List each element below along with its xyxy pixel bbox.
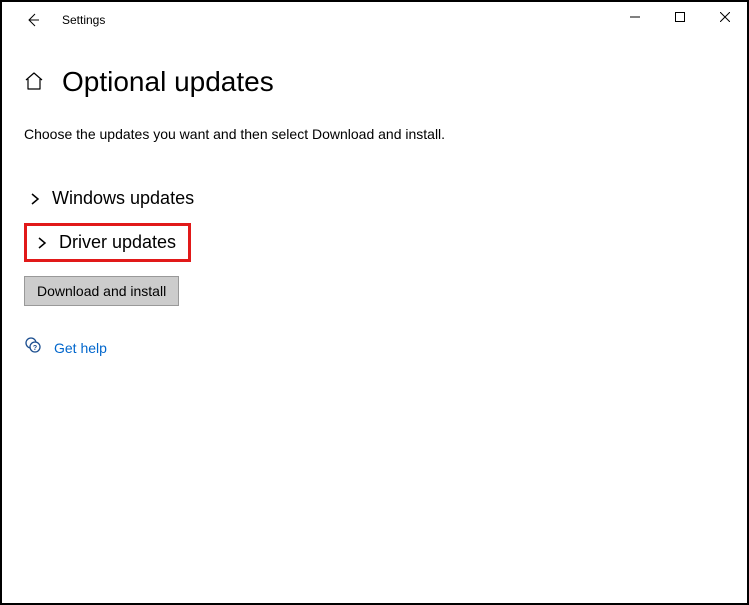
windows-updates-expander[interactable]: Windows updates (24, 182, 725, 215)
maximize-icon (675, 12, 685, 22)
driver-updates-expander[interactable]: Driver updates (31, 230, 180, 255)
chevron-right-icon (35, 236, 49, 250)
page-title: Optional updates (62, 66, 274, 98)
home-icon[interactable] (24, 71, 46, 93)
minimize-button[interactable] (612, 2, 657, 32)
maximize-button[interactable] (657, 2, 702, 32)
page-header: Optional updates (24, 66, 725, 98)
help-row: ? Get help (24, 336, 725, 359)
window-controls (612, 2, 747, 32)
driver-updates-highlight: Driver updates (24, 223, 191, 262)
get-help-link[interactable]: Get help (54, 340, 107, 356)
page-subtitle: Choose the updates you want and then sel… (24, 126, 725, 142)
back-arrow-icon (24, 12, 40, 28)
close-icon (720, 12, 730, 22)
help-icon: ? (24, 336, 42, 359)
content-area: Optional updates Choose the updates you … (2, 38, 747, 359)
back-button[interactable] (20, 8, 44, 32)
titlebar: Settings (2, 2, 747, 38)
minimize-icon (630, 12, 640, 22)
close-button[interactable] (702, 2, 747, 32)
window-title: Settings (62, 13, 105, 27)
driver-updates-label: Driver updates (59, 232, 176, 253)
windows-updates-label: Windows updates (52, 188, 194, 209)
download-install-button[interactable]: Download and install (24, 276, 179, 306)
svg-text:?: ? (33, 345, 37, 352)
chevron-right-icon (28, 192, 42, 206)
